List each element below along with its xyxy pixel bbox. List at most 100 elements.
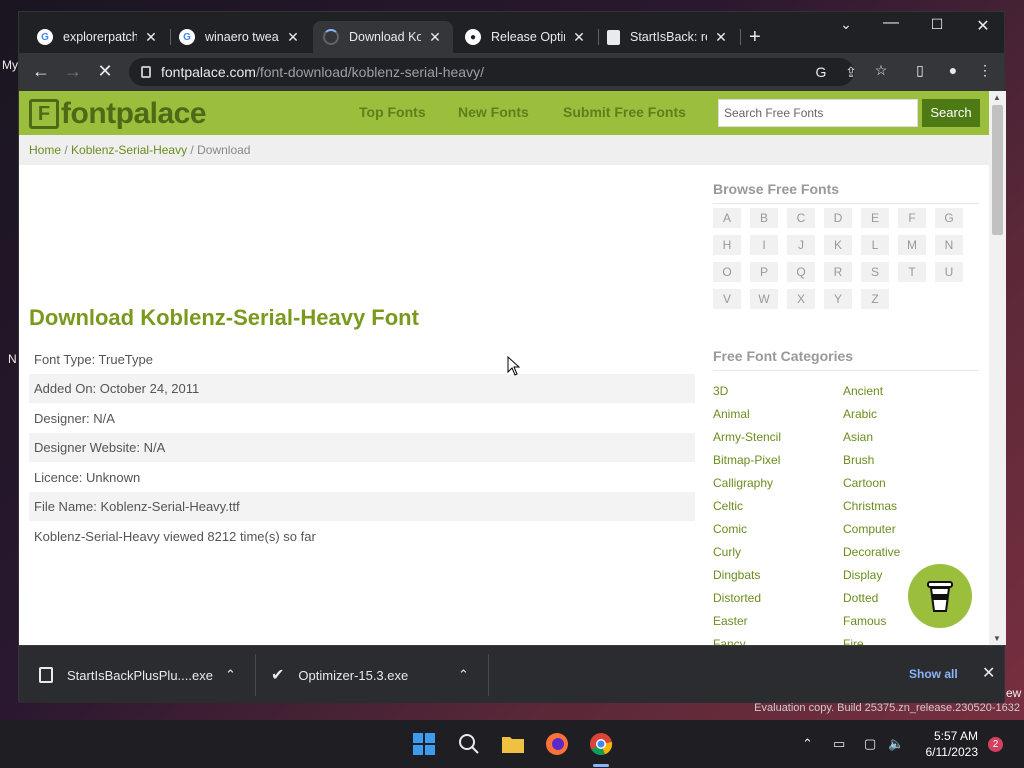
category-link-dotted[interactable]: Dotted <box>843 591 878 605</box>
category-link-famous[interactable]: Famous <box>843 614 886 628</box>
category-link-asian[interactable]: Asian <box>843 430 873 444</box>
letter-link-k[interactable]: K <box>824 235 852 255</box>
scroll-thumb[interactable] <box>992 105 1003 235</box>
search-icon[interactable] <box>455 730 483 758</box>
close-tab-icon[interactable]: ✕ <box>427 29 443 46</box>
side-panel-icon[interactable]: ▯ <box>910 62 930 79</box>
nav-top-fonts[interactable]: Top Fonts <box>359 104 426 120</box>
tab-release-optimizer[interactable]: ● Release Optim ✕ <box>455 21 597 53</box>
minimize-icon[interactable]: — <box>869 14 913 32</box>
search-button[interactable]: Search <box>922 99 980 127</box>
category-link-computer[interactable]: Computer <box>843 522 896 536</box>
menu-kebab-icon[interactable]: ⋮ <box>975 62 995 79</box>
letter-link-a[interactable]: A <box>713 208 741 228</box>
show-all-downloads-button[interactable]: Show all <box>909 667 958 681</box>
letter-link-l[interactable]: L <box>861 235 889 255</box>
close-tab-icon[interactable]: ✕ <box>571 29 587 46</box>
tab-search-chevron-icon[interactable]: ⌄ <box>824 16 868 33</box>
tab-download-koblenz[interactable]: Download Kob ✕ <box>313 21 453 53</box>
category-link-display[interactable]: Display <box>843 568 882 582</box>
address-bar[interactable]: fontpalace.com/font-download/koblenz-ser… <box>129 58 857 86</box>
category-link-dingbats[interactable]: Dingbats <box>713 568 760 582</box>
bookmark-star-icon[interactable]: ☆ <box>871 62 891 79</box>
close-downloads-bar-icon[interactable]: ✕ <box>982 663 995 683</box>
category-link-army-stencil[interactable]: Army-Stencil <box>713 430 781 444</box>
system-clock[interactable]: 5:57 AM 6/11/2023 <box>918 728 979 760</box>
close-tab-icon[interactable]: ✕ <box>143 29 159 46</box>
download-item[interactable]: ✔ Optimizer-15.3.exe ⌃ <box>271 646 486 704</box>
scroll-down-arrow-icon[interactable]: ▼ <box>993 634 1001 643</box>
firefox-icon[interactable] <box>543 730 571 758</box>
google-icon[interactable]: G <box>811 64 831 80</box>
stop-loading-icon[interactable]: ✕ <box>93 61 117 82</box>
new-tab-icon[interactable]: + <box>749 26 761 49</box>
letter-link-o[interactable]: O <box>713 262 741 282</box>
letter-link-p[interactable]: P <box>750 262 778 282</box>
category-link-christmas[interactable]: Christmas <box>843 499 897 513</box>
category-link-arabic[interactable]: Arabic <box>843 407 877 421</box>
search-input[interactable]: Search Free Fonts <box>718 99 918 127</box>
share-icon[interactable]: ⇪ <box>841 64 861 81</box>
category-link-comic[interactable]: Comic <box>713 522 747 536</box>
tab-startisback[interactable]: StartIsBack: re ✕ <box>597 21 739 53</box>
download-item[interactable]: StartIsBackPlusPlu....exe ⌃ <box>39 646 254 704</box>
scroll-up-arrow-icon[interactable]: ▲ <box>993 93 1001 102</box>
letter-link-z[interactable]: Z <box>861 289 889 309</box>
letter-link-i[interactable]: I <box>750 235 778 255</box>
letter-link-g[interactable]: G <box>935 208 963 228</box>
back-arrow-icon[interactable]: ← <box>29 61 53 82</box>
site-logo[interactable]: F fontpalace <box>29 97 207 131</box>
category-link-cartoon[interactable]: Cartoon <box>843 476 886 490</box>
letter-link-m[interactable]: M <box>898 235 926 255</box>
display-icon[interactable]: ▢ <box>864 736 876 752</box>
category-link-curly[interactable]: Curly <box>713 545 741 559</box>
category-link-calligraphy[interactable]: Calligraphy <box>713 476 773 490</box>
network-icon[interactable]: ▭ <box>833 736 845 752</box>
buy-me-a-coffee-button[interactable] <box>908 564 972 628</box>
letter-link-t[interactable]: T <box>898 262 926 282</box>
volume-icon[interactable]: 🔈 <box>888 736 904 752</box>
letter-link-q[interactable]: Q <box>787 262 815 282</box>
category-link-fancy[interactable]: Fancy <box>713 637 746 645</box>
letter-link-h[interactable]: H <box>713 235 741 255</box>
letter-link-b[interactable]: B <box>750 208 778 228</box>
page-scrollbar[interactable]: ▲ ▼ <box>989 91 1006 645</box>
close-tab-icon[interactable]: ✕ <box>285 29 301 46</box>
breadcrumb-font[interactable]: Koblenz-Serial-Heavy <box>71 143 187 157</box>
category-link-celtic[interactable]: Celtic <box>713 499 743 513</box>
category-link-decorative[interactable]: Decorative <box>843 545 900 559</box>
letter-link-w[interactable]: W <box>750 289 778 309</box>
letter-link-c[interactable]: C <box>787 208 815 228</box>
close-window-icon[interactable]: ✕ <box>961 16 1005 36</box>
letter-link-r[interactable]: R <box>824 262 852 282</box>
show-hidden-icons-chevron[interactable]: ⌃ <box>802 736 813 752</box>
letter-link-f[interactable]: F <box>898 208 926 228</box>
close-tab-icon[interactable]: ✕ <box>713 29 729 46</box>
category-link-fire[interactable]: Fire <box>843 637 864 645</box>
chevron-up-icon[interactable]: ⌃ <box>225 667 236 683</box>
letter-link-u[interactable]: U <box>935 262 963 282</box>
maximize-icon[interactable]: ☐ <box>915 16 959 33</box>
windows-start-icon[interactable] <box>410 730 438 758</box>
category-link-brush[interactable]: Brush <box>843 453 874 467</box>
category-link-animal[interactable]: Animal <box>713 407 750 421</box>
category-link-3d[interactable]: 3D <box>713 384 728 398</box>
breadcrumb-home[interactable]: Home <box>29 143 61 157</box>
chrome-icon[interactable] <box>587 730 615 758</box>
category-link-ancient[interactable]: Ancient <box>843 384 883 398</box>
letter-link-x[interactable]: X <box>787 289 815 309</box>
tab-winaero[interactable]: G winaero tweak ✕ <box>169 21 311 53</box>
letter-link-e[interactable]: E <box>861 208 889 228</box>
chevron-up-icon[interactable]: ⌃ <box>458 667 469 683</box>
category-link-distorted[interactable]: Distorted <box>713 591 761 605</box>
profile-icon[interactable]: ● <box>943 62 963 78</box>
letter-link-j[interactable]: J <box>787 235 815 255</box>
tab-explorerpatcher[interactable]: G explorerpatche ✕ <box>27 21 169 53</box>
category-link-easter[interactable]: Easter <box>713 614 748 628</box>
nav-new-fonts[interactable]: New Fonts <box>458 104 529 120</box>
letter-link-s[interactable]: S <box>861 262 889 282</box>
letter-link-v[interactable]: V <box>713 289 741 309</box>
forward-arrow-icon[interactable]: → <box>61 61 85 82</box>
category-link-bitmap-pixel[interactable]: Bitmap-Pixel <box>713 453 780 467</box>
file-explorer-icon[interactable] <box>499 730 527 758</box>
